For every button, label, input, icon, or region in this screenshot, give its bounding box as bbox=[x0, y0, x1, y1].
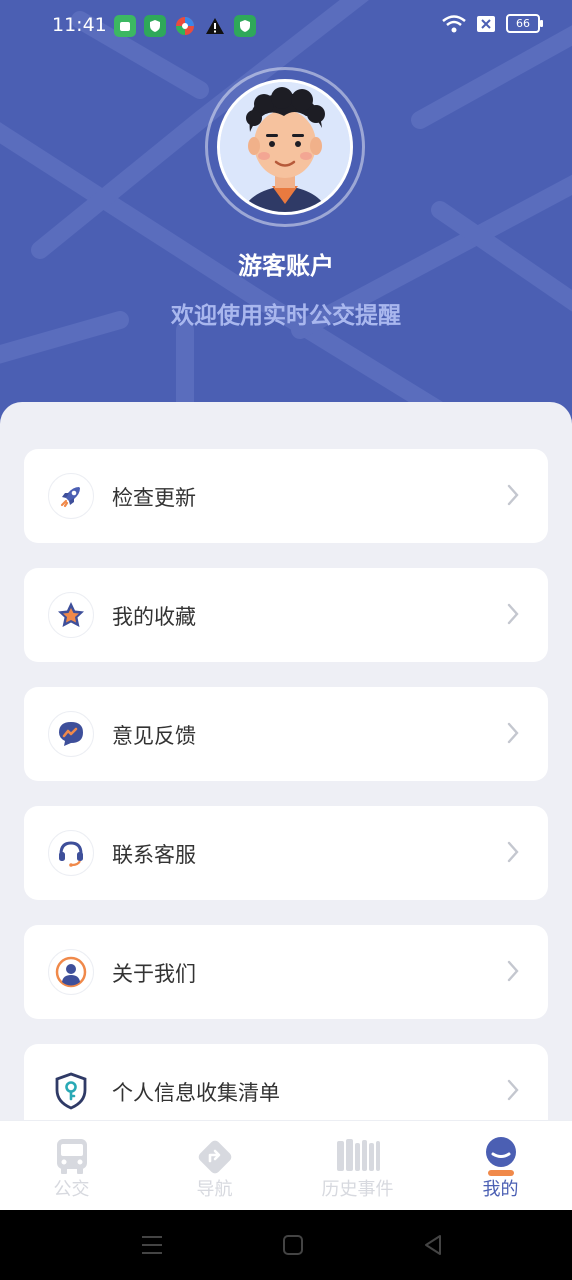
tab-label: 公交 bbox=[53, 1179, 90, 1200]
no-sim-icon bbox=[477, 15, 495, 32]
menu-item-check-update[interactable]: 检查更新 bbox=[24, 449, 548, 543]
menu-item-label: 个人信息收集清单 bbox=[112, 1081, 280, 1105]
chevron-right-icon bbox=[507, 603, 519, 625]
tab-bus[interactable]: 公交 bbox=[0, 1121, 143, 1211]
star-icon bbox=[48, 592, 94, 638]
wifi-icon bbox=[442, 14, 466, 32]
chat-icon bbox=[48, 711, 94, 757]
menu-item-favorites[interactable]: 我的收藏 bbox=[24, 568, 548, 662]
shield-key-icon bbox=[48, 1068, 94, 1114]
tab-label: 导航 bbox=[196, 1179, 233, 1200]
navigation-icon bbox=[198, 1140, 231, 1174]
bottom-tab-bar: 公交 导航 历史事件 我的 bbox=[0, 1120, 572, 1211]
warning-icon bbox=[204, 15, 226, 37]
avatar[interactable] bbox=[217, 79, 353, 215]
battery-indicator: 66 bbox=[506, 14, 543, 33]
menu-item-label: 意见反馈 bbox=[112, 724, 196, 748]
user-name: 游客账户 bbox=[238, 252, 334, 280]
menu-item-label: 我的收藏 bbox=[112, 605, 196, 629]
chevron-right-icon bbox=[507, 484, 519, 506]
status-bar: 11:41 66 bbox=[0, 0, 572, 52]
menu-panel: 检查更新 我的收藏 意见反馈 联系客服 关于我们 个人信息收集清单 bbox=[0, 402, 572, 1222]
avatar-illustration bbox=[220, 82, 350, 212]
status-time: 11:41 bbox=[52, 14, 107, 36]
headset-icon bbox=[48, 830, 94, 876]
history-icon bbox=[336, 1139, 380, 1171]
tab-navigation[interactable]: 导航 bbox=[143, 1121, 286, 1211]
menu-item-feedback[interactable]: 意见反馈 bbox=[24, 687, 548, 781]
shield-icon bbox=[144, 15, 166, 37]
home-icon[interactable] bbox=[282, 1234, 304, 1256]
menu-icon[interactable] bbox=[140, 1234, 164, 1256]
rocket-icon bbox=[48, 473, 94, 519]
menu-item-label: 关于我们 bbox=[112, 962, 196, 986]
chevron-right-icon bbox=[507, 1079, 519, 1101]
profile-header: 11:41 66 游客账户 欢迎使用实时公交提醒 bbox=[0, 0, 572, 440]
system-navigation-bar bbox=[0, 1210, 572, 1280]
chevron-right-icon bbox=[507, 960, 519, 982]
system-status-icons: 66 bbox=[442, 14, 543, 33]
notification-icons bbox=[114, 15, 256, 37]
tab-history[interactable]: 历史事件 bbox=[286, 1121, 429, 1211]
tab-label: 历史事件 bbox=[321, 1179, 394, 1200]
app-icon-green bbox=[114, 15, 136, 37]
menu-item-about-us[interactable]: 关于我们 bbox=[24, 925, 548, 1019]
welcome-message: 欢迎使用实时公交提醒 bbox=[171, 303, 401, 329]
user-circle-icon bbox=[48, 949, 94, 995]
tab-mine[interactable]: 我的 bbox=[429, 1121, 572, 1211]
menu-item-customer-service[interactable]: 联系客服 bbox=[24, 806, 548, 900]
profile-icon bbox=[485, 1137, 516, 1176]
bus-icon bbox=[56, 1139, 87, 1174]
menu-item-label: 联系客服 bbox=[112, 843, 196, 867]
menu-item-label: 检查更新 bbox=[112, 486, 196, 510]
back-icon[interactable] bbox=[422, 1234, 444, 1256]
pinwheel-icon bbox=[174, 15, 196, 37]
tab-label: 我的 bbox=[482, 1179, 519, 1200]
chevron-right-icon bbox=[507, 722, 519, 744]
chevron-right-icon bbox=[507, 841, 519, 863]
shield-icon bbox=[234, 15, 256, 37]
